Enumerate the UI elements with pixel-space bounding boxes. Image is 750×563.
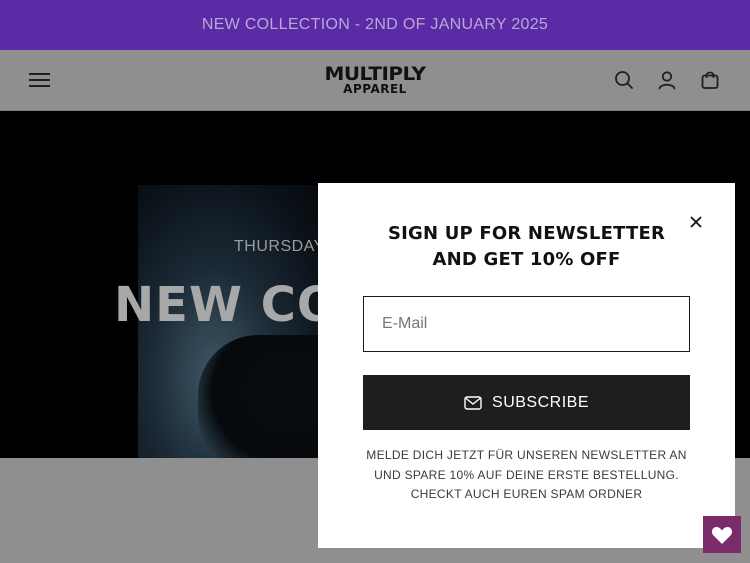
newsletter-disclaimer: MELDE DICH JETZT FÜR UNSEREN NEWSLETTER … [348,446,705,505]
disclaimer-line2: UND SPARE 10% AUF DEINE ERSTE BESTELLUNG… [374,467,679,482]
subscribe-button[interactable]: SUBSCRIBE [363,375,690,430]
email-field[interactable] [363,296,690,352]
newsletter-title-line2: AND GET 10% OFF [432,249,621,270]
disclaimer-line3: CHECKT AUCH EUREN SPAM ORDNER [410,487,643,501]
hero-title: NEW CO [114,277,339,333]
account-icon[interactable] [657,70,677,90]
logo-wordmark: MULTIPLY [324,63,427,85]
wishlist-button[interactable] [703,516,741,553]
newsletter-title: SIGN UP FOR NEWSLETTER AND GET 10% OFF [348,221,705,273]
disclaimer-line1: MELDE DICH JETZT FÜR UNSEREN NEWSLETTER … [366,448,687,462]
announcement-text: NEW COLLECTION - 2ND OF JANUARY 2025 [201,16,549,33]
site-logo[interactable]: MULTIPLY APPAREL [312,65,438,97]
site-header: MULTIPLY APPAREL [0,50,750,111]
hero-subtitle: THURSDAY [234,238,325,255]
search-icon[interactable] [614,70,634,90]
announcement-bar: NEW COLLECTION - 2ND OF JANUARY 2025 [0,0,750,50]
mail-icon [464,395,482,410]
subscribe-label: SUBSCRIBE [492,393,589,411]
cart-icon[interactable] [700,70,720,90]
menu-icon[interactable] [29,72,51,88]
heart-icon [711,526,733,544]
newsletter-popup: SIGN UP FOR NEWSLETTER AND GET 10% OFF S… [318,183,735,548]
newsletter-title-line1: SIGN UP FOR NEWSLETTER [387,223,666,244]
